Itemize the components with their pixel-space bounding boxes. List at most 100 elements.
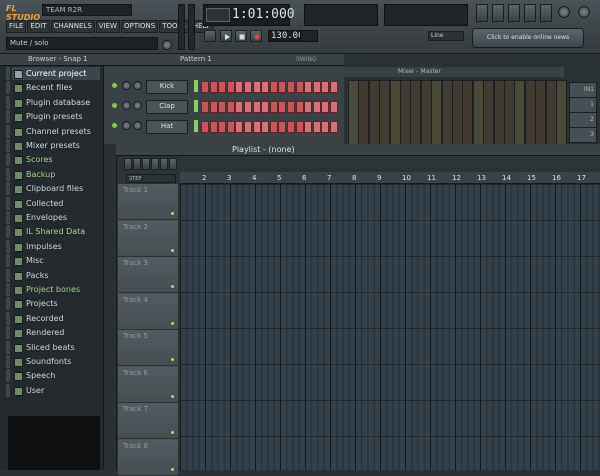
step-button[interactable] bbox=[218, 101, 227, 113]
track-header[interactable]: Track 8 bbox=[118, 439, 178, 476]
track-header[interactable]: Track 6 bbox=[118, 366, 178, 403]
play-button[interactable] bbox=[220, 30, 232, 42]
mixer-track[interactable] bbox=[441, 80, 453, 146]
step-button[interactable] bbox=[330, 121, 338, 133]
mixer-slot[interactable]: 2 bbox=[569, 112, 597, 128]
stop-button[interactable] bbox=[235, 30, 247, 42]
toolbar-knob-2[interactable] bbox=[578, 6, 590, 18]
step-button[interactable] bbox=[304, 81, 313, 93]
track-mute-led[interactable] bbox=[171, 212, 174, 215]
channel-button-clap[interactable]: Clap bbox=[146, 100, 188, 114]
step-button[interactable] bbox=[295, 121, 304, 133]
pattern-number-display[interactable] bbox=[300, 30, 318, 42]
channel-select-indicator[interactable] bbox=[194, 100, 198, 112]
browser-item-scores[interactable]: Scores bbox=[12, 153, 100, 166]
mixer-track[interactable] bbox=[368, 80, 380, 146]
channel-volume-knob[interactable] bbox=[133, 81, 142, 90]
pattern-song-toggle[interactable] bbox=[204, 30, 216, 42]
online-news-bar[interactable]: Click to enable online news bbox=[472, 28, 584, 48]
step-button[interactable] bbox=[209, 81, 218, 93]
browser-item-il-shared-data[interactable]: IL Shared Data bbox=[12, 225, 100, 238]
step-button[interactable] bbox=[201, 101, 209, 113]
step-button[interactable] bbox=[287, 101, 295, 113]
step-button[interactable] bbox=[201, 81, 209, 93]
step-button[interactable] bbox=[226, 121, 235, 133]
track-header[interactable]: Track 7 bbox=[118, 403, 178, 439]
channel-button-hat[interactable]: Hat bbox=[146, 120, 188, 134]
browser-item-rendered[interactable]: Rendered bbox=[12, 326, 100, 339]
browser-item-misc[interactable]: Misc bbox=[12, 254, 100, 267]
channel-led[interactable] bbox=[112, 123, 117, 128]
track-header[interactable]: Track 3 bbox=[118, 257, 178, 293]
mixer-track[interactable] bbox=[535, 80, 547, 146]
channel-pan-knob[interactable] bbox=[122, 81, 131, 90]
channel-pan-knob[interactable] bbox=[122, 101, 131, 110]
channel-button-kick[interactable]: Kick bbox=[146, 80, 188, 94]
step-button[interactable] bbox=[209, 121, 218, 133]
step-button[interactable] bbox=[269, 121, 278, 133]
menu-file[interactable]: FILE bbox=[6, 20, 27, 33]
menu-channels[interactable]: CHANNELS bbox=[50, 20, 95, 33]
step-button[interactable] bbox=[304, 121, 313, 133]
browser-item-plugin-database[interactable]: Plugin database bbox=[12, 96, 100, 109]
step-button[interactable] bbox=[269, 81, 278, 93]
mixer-track[interactable] bbox=[400, 80, 411, 146]
master-pitch-slider[interactable] bbox=[188, 4, 195, 50]
step-button[interactable] bbox=[330, 101, 338, 113]
mixer-slot[interactable]: 1 bbox=[569, 97, 597, 113]
track-mute-led[interactable] bbox=[171, 467, 174, 471]
draw-tool-button[interactable] bbox=[124, 158, 132, 170]
mixer-track[interactable] bbox=[410, 80, 422, 146]
toolbar-button-3[interactable] bbox=[508, 4, 520, 22]
channel-volume-knob[interactable] bbox=[133, 121, 142, 130]
playlist-title[interactable]: Playlist - (none) bbox=[116, 144, 600, 156]
bar-ruler[interactable]: 2 3 4 5 6 7 8 9 10 11 12 13 14 15 16 17 bbox=[180, 172, 600, 184]
track-mute-led[interactable] bbox=[171, 248, 174, 252]
channel-select-indicator[interactable] bbox=[194, 80, 198, 92]
step-button[interactable] bbox=[321, 81, 330, 93]
browser-item-backup[interactable]: Backup bbox=[12, 168, 100, 181]
browser-item-clipboard-files[interactable]: Clipboard files bbox=[12, 182, 100, 195]
step-button[interactable] bbox=[287, 121, 295, 133]
step-button[interactable] bbox=[278, 101, 287, 113]
master-knob[interactable] bbox=[162, 40, 172, 50]
zoom-tool-button[interactable] bbox=[160, 158, 168, 170]
step-button[interactable] bbox=[252, 81, 261, 93]
step-button[interactable] bbox=[295, 81, 304, 93]
paint-tool-button[interactable] bbox=[133, 158, 141, 170]
track-mute-led[interactable] bbox=[171, 285, 174, 288]
channel-pan-knob[interactable] bbox=[122, 121, 131, 130]
track-mute-led[interactable] bbox=[171, 358, 174, 361]
toolbar-button-1[interactable] bbox=[476, 4, 488, 22]
step-button[interactable] bbox=[218, 81, 227, 93]
browser-item-user[interactable]: User bbox=[12, 384, 100, 397]
snap-selector[interactable]: STEP bbox=[126, 174, 176, 183]
step-button[interactable] bbox=[330, 81, 338, 93]
toolbar-knob-1[interactable] bbox=[558, 6, 570, 18]
browser-item-plugin-presets[interactable]: Plugin presets bbox=[12, 110, 100, 123]
channel-volume-knob[interactable] bbox=[133, 101, 142, 110]
display-mode-switch[interactable] bbox=[206, 8, 230, 22]
channel-led[interactable] bbox=[112, 103, 117, 108]
mixer-track[interactable] bbox=[472, 80, 484, 146]
browser-item-sliced-beats[interactable]: Sliced beats bbox=[12, 341, 100, 354]
step-button[interactable] bbox=[244, 101, 252, 113]
track-header[interactable]: Track 4 bbox=[118, 293, 178, 330]
snap-mode-select[interactable]: Line bbox=[428, 31, 464, 41]
master-volume-slider[interactable] bbox=[178, 4, 185, 50]
browser-item-projects[interactable]: Projects bbox=[12, 297, 100, 310]
step-button[interactable] bbox=[312, 81, 321, 93]
step-button[interactable] bbox=[201, 121, 209, 133]
track-mute-led[interactable] bbox=[171, 394, 174, 398]
channel-led[interactable] bbox=[112, 83, 117, 88]
browser-item-soundfonts[interactable]: Soundfonts bbox=[12, 355, 100, 368]
mixer-track[interactable] bbox=[348, 80, 359, 146]
step-button[interactable] bbox=[235, 121, 244, 133]
browser-item-impulses[interactable]: Impulses bbox=[12, 240, 100, 253]
track-mute-led[interactable] bbox=[171, 431, 174, 434]
menu-edit[interactable]: EDIT bbox=[27, 20, 50, 33]
step-button[interactable] bbox=[218, 121, 227, 133]
slice-tool-button[interactable] bbox=[142, 158, 150, 170]
toolbar-button-2[interactable] bbox=[492, 4, 504, 22]
browser-item-project-bones[interactable]: Project bones bbox=[12, 283, 100, 296]
